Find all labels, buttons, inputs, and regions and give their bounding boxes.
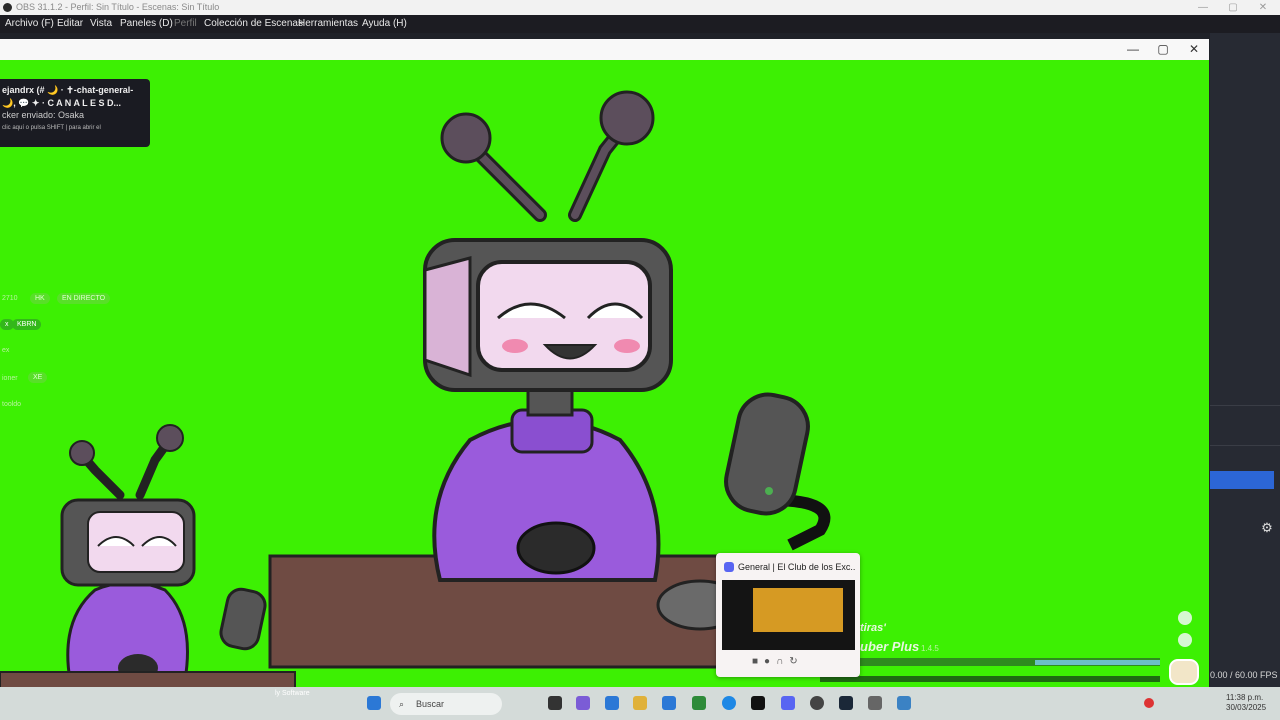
chat-line: ex [2, 347, 10, 354]
menu-coleccion-escenas[interactable]: Colección de Escenas [204, 15, 303, 33]
camera-icon[interactable]: ■ [752, 656, 764, 667]
call-controls: ■●∩↻ [752, 656, 804, 667]
clasped-hands [516, 521, 596, 575]
gear-icon[interactable]: ⚙ [1258, 519, 1276, 537]
chat-number: 2710 [2, 295, 18, 302]
taskbar-credit: ly Software [275, 690, 310, 697]
chat-badge-kbrn: KBRN [12, 319, 42, 330]
notification-hint: clic aquí o pulsa SHIFT | para abrir el [2, 125, 101, 131]
folder-icon[interactable] [633, 696, 647, 710]
brand-version: 1.4.5 [921, 644, 939, 653]
headphones-icon[interactable]: ∩ [776, 656, 789, 667]
vtuber-artwork [0, 90, 1199, 687]
brand-line2: uber Plus [860, 639, 920, 654]
brand-line1: tiras' [860, 622, 886, 634]
notification-line1: ejandrx (# 🌙 · ✝-chat-general- [2, 85, 134, 95]
menu-vista[interactable]: Vista [90, 15, 112, 33]
obs-logo-icon [3, 3, 12, 12]
dock-divider [1210, 405, 1280, 406]
clock-date: 30/03/2025 [1226, 703, 1267, 712]
clock-time: 11:38 p.m. [1226, 693, 1264, 702]
chat-line: tooldo [2, 401, 22, 408]
minecraft-icon[interactable] [692, 696, 706, 710]
chat-badge: XE [28, 372, 48, 383]
search-icon: ⌕ [399, 699, 405, 709]
taskbar-search[interactable]: ⌕ Buscar [390, 693, 502, 715]
antenna-ball-right [599, 90, 655, 146]
discord-popup-title: General | El Club de los Exc... [738, 562, 856, 572]
menu-paneles[interactable]: Paneles (D) [120, 15, 173, 33]
fps-status: 0.00 / 60.00 FPS [1210, 670, 1278, 680]
edge-icon[interactable] [722, 696, 736, 710]
mic-icon[interactable]: ● [764, 656, 776, 667]
preview-window[interactable]: — ▢ ✕ ejandrx (# 🌙 · ✝-chat-general- 🌙, … [0, 39, 1209, 687]
discord-taskbar-icon[interactable] [781, 696, 795, 710]
hangup-icon[interactable]: ↻ [789, 656, 803, 667]
close-icon[interactable]: ✕ [1248, 0, 1278, 15]
minimize-icon[interactable]: — [1188, 0, 1218, 15]
chat-hk-badge: HK [30, 293, 50, 304]
app-icon[interactable] [868, 696, 882, 710]
menu-ayuda[interactable]: Ayuda (H) [362, 15, 407, 33]
steam-icon[interactable] [839, 696, 853, 710]
maximize-icon[interactable]: ▢ [1218, 0, 1248, 15]
discord-stream-popup[interactable]: General | El Club de los Exc... ■●∩↻ [716, 553, 860, 677]
notification-line3: cker enviado: Osaka [2, 110, 85, 120]
dock-divider [1210, 445, 1280, 446]
app-icon[interactable] [576, 696, 590, 710]
tray-icon[interactable] [1144, 698, 1154, 708]
chat-line: ioner [2, 375, 18, 382]
taskbar: ly Software ⌕ Buscar 11:38 p.m. 30/03/20… [0, 687, 1280, 720]
level-bar-fill [1035, 660, 1160, 665]
stream-preview [753, 588, 843, 632]
window-title: OBS 31.1.2 - Perfil: Sin Título - Escena… [16, 2, 220, 12]
file-explorer-icon[interactable] [605, 696, 619, 710]
menu-herramientas[interactable]: Herramientas [298, 15, 358, 33]
taskbar-clock[interactable]: 11:38 p.m. 30/03/2025 [1226, 693, 1266, 713]
selected-scene-item[interactable] [1210, 471, 1274, 489]
windows-start-icon[interactable] [367, 696, 381, 710]
menu-archivo[interactable]: Archivo (F) [5, 15, 54, 33]
app-icon[interactable] [810, 696, 824, 710]
menu-perfil[interactable]: Perfil [174, 15, 197, 33]
discord-icon [724, 562, 734, 572]
search-label: Buscar [416, 699, 445, 709]
menu-editar[interactable]: Editar [57, 15, 83, 33]
store-icon[interactable] [662, 696, 676, 710]
app-icon[interactable] [897, 696, 911, 710]
tiktok-icon[interactable] [751, 696, 765, 710]
menu-bar: Archivo (F) Editar Vista Paneles (D) Per… [0, 15, 1280, 33]
obs-title-bar: OBS 31.1.2 - Perfil: Sin Título - Escena… [0, 0, 1280, 15]
obs-docks-panel: ⚙ [1210, 33, 1280, 687]
discord-notification[interactable]: ejandrx (# 🌙 · ✝-chat-general- 🌙, 💬 ✦ · … [0, 79, 150, 147]
chat-live-badge: EN DIRECTO [57, 293, 111, 304]
stream-thumbnail[interactable] [722, 580, 855, 650]
task-view-icon[interactable] [548, 696, 562, 710]
antenna-ball-left [440, 112, 492, 164]
notification-line2: 🌙, 💬 ✦ · C A N A L E S D... [2, 98, 121, 108]
